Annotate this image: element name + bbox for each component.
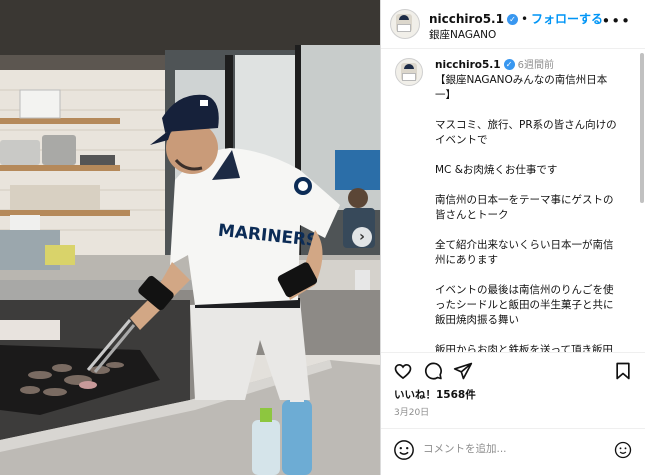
emoji-picker-icon[interactable]	[613, 440, 633, 460]
caption-line: イベントで	[435, 134, 488, 146]
post-date[interactable]: 3月20日	[394, 405, 429, 418]
caption-scrollbar[interactable]	[640, 53, 644, 203]
verified-badge-icon: ✓	[506, 14, 518, 25]
carousel-next-button[interactable]: ›	[352, 227, 372, 247]
comment-bar	[381, 428, 645, 476]
action-bar	[381, 352, 645, 389]
post-photo[interactable]: MARINERS ›	[0, 0, 380, 475]
caption-line: マスコミ、旅行、PR系の皆さん向けの	[435, 119, 617, 131]
comment-icon[interactable]	[423, 361, 443, 381]
caption-line: 【銀座NAGANOみんなの南信州日本	[435, 74, 608, 86]
caption-line: 全て紹介出来ないくらい日本一が南信	[435, 239, 614, 251]
caption-line: イベントの最後は南信州のりんごを使	[435, 284, 614, 296]
bookmark-icon[interactable]	[613, 361, 633, 381]
username-link[interactable]: nicchiro5.1	[429, 12, 504, 26]
caption-line	[435, 328, 640, 343]
instagram-post: MARINERS › nicchiro5.1 ✓ • フォローする 銀座NAGA…	[0, 0, 645, 475]
caption-line	[435, 178, 640, 193]
likes-count[interactable]: いいね！1568件	[394, 387, 476, 402]
caption-line: 南信州の日本一をテーマ事にゲストの	[435, 194, 614, 206]
caption-line: 飯田焼肉振る舞い	[435, 314, 519, 326]
caption-line: 州にあります	[435, 254, 498, 266]
heart-icon[interactable]	[393, 361, 413, 381]
caption-line	[435, 268, 640, 283]
caption-line: ったシードルと飯田の半生菓子と共に	[435, 299, 614, 311]
verified-badge-icon: ✓	[503, 59, 515, 70]
kitchen-scene: MARINERS	[0, 0, 380, 475]
caption-line	[435, 103, 640, 118]
follow-button[interactable]: フォローする	[531, 12, 603, 26]
caption-avatar[interactable]	[395, 58, 423, 86]
caption-time[interactable]: 6週間前	[518, 60, 554, 71]
header-user-line: nicchiro5.1 ✓ • フォローする	[429, 10, 603, 27]
caption-line	[435, 148, 640, 163]
chevron-right-icon: ›	[359, 229, 365, 245]
caption-line: 皆さんとトーク	[435, 209, 509, 221]
caption-text: nicchiro5.1 ✓ 6週間前 【銀座NAGANOみんなの南信州日本 一】 マ…	[435, 58, 640, 352]
share-icon[interactable]	[453, 361, 473, 381]
emoji-icon[interactable]	[393, 439, 415, 461]
comment-input[interactable]	[423, 437, 583, 461]
avatar[interactable]	[390, 9, 420, 39]
caption-line: 一】	[435, 89, 456, 101]
caption-line: MC &お肉焼くお仕事です	[435, 164, 558, 176]
post-header: nicchiro5.1 ✓ • フォローする 銀座NAGANO •••	[381, 0, 645, 49]
separator-dot: •	[520, 12, 529, 26]
post-details-panel: nicchiro5.1 ✓ • フォローする 銀座NAGANO ••• nicchir…	[380, 0, 645, 475]
more-options-icon[interactable]: •••	[601, 14, 631, 29]
caption-line: 飯田からお肉と鉄板を送って頂き飯田	[435, 344, 613, 352]
location-link[interactable]: 銀座NAGANO	[429, 27, 496, 42]
caption-area[interactable]: nicchiro5.1 ✓ 6週間前 【銀座NAGANOみんなの南信州日本 一】 マ…	[381, 49, 645, 352]
caption-line	[435, 223, 640, 238]
caption-username[interactable]: nicchiro5.1	[435, 59, 501, 71]
